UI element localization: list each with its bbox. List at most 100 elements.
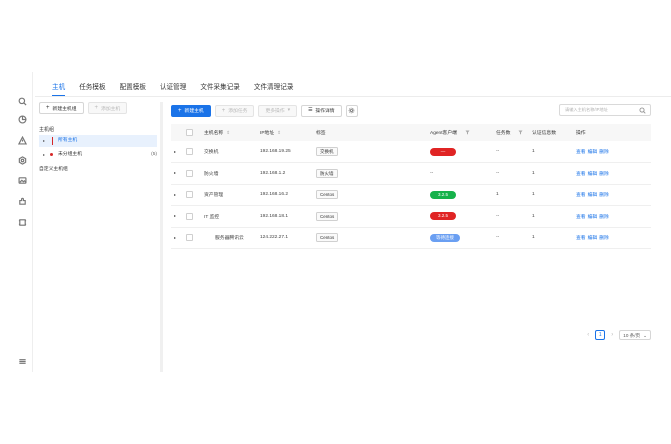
- add-task-button[interactable]: + 添加任务: [214, 104, 255, 117]
- expand-icon[interactable]: ▸: [174, 213, 176, 218]
- cell-tasks: --: [493, 205, 529, 228]
- tab-auth-management[interactable]: 认证管理: [153, 80, 193, 96]
- col-certs: 认证信息数: [529, 124, 573, 141]
- tab-config-templates[interactable]: 配置模板: [113, 80, 153, 96]
- op-details-button[interactable]: ☰ 操作详情: [301, 104, 342, 117]
- tab-file-cleanup-log[interactable]: 文件清理记录: [247, 80, 301, 96]
- cell-name: 资产管理: [201, 184, 257, 206]
- expand-icon[interactable]: ▸: [174, 235, 176, 240]
- tree-item-all-hosts[interactable]: ▸ 所有主机: [39, 135, 157, 147]
- view-link[interactable]: 查看: [576, 193, 586, 198]
- delete-link[interactable]: 删除: [599, 215, 609, 220]
- col-name[interactable]: 主机名称 ⇕: [201, 124, 257, 141]
- row-checkbox[interactable]: [186, 148, 193, 155]
- page-1-button[interactable]: 1: [595, 330, 606, 340]
- edit-link[interactable]: 编辑: [588, 215, 598, 220]
- edit-link[interactable]: 编辑: [588, 193, 598, 198]
- table-row[interactable]: ▸ 服务器腾讯云 124.222.27.1 Centos 等待连接 -- 1 查…: [171, 227, 651, 249]
- sort-icon[interactable]: ⇕: [277, 130, 281, 135]
- cell-ip: 192.168.16.2: [257, 184, 313, 206]
- col-tag: 标签: [313, 124, 427, 141]
- search-input[interactable]: 请输入主机名称/IP地址: [559, 104, 651, 116]
- row-checkbox[interactable]: [186, 234, 193, 242]
- col-ops: 操作: [573, 124, 651, 141]
- add-host-label: 添加主机: [101, 106, 121, 112]
- filter-icon[interactable]: [457, 130, 470, 136]
- warning-icon[interactable]: [17, 135, 28, 146]
- tab-task-templates[interactable]: 任务模板: [72, 80, 112, 96]
- add-host-button[interactable]: + 添加主机: [87, 102, 128, 114]
- table-row[interactable]: ▸ 交换机 192.168.19.25 交换机 — -- 1 查看 编辑 删除: [171, 141, 651, 163]
- frame-icon[interactable]: [17, 217, 28, 228]
- pie-chart-icon[interactable]: [17, 114, 28, 125]
- table-row[interactable]: ▸ IT 监控 192.168.18.1 Centos 3.2.5 -- 1 查…: [171, 205, 651, 228]
- prev-page-button[interactable]: ‹: [584, 332, 592, 338]
- settings-icon[interactable]: [17, 155, 28, 166]
- more-ops-button[interactable]: 更多操作 ▾: [258, 104, 298, 117]
- plus-icon: +: [94, 105, 99, 111]
- caret-right-icon[interactable]: ▸: [43, 149, 45, 161]
- image-icon[interactable]: [17, 175, 28, 186]
- row-checkbox[interactable]: [186, 169, 193, 177]
- view-link[interactable]: 查看: [576, 150, 586, 155]
- add-task-label: 添加任务: [228, 109, 248, 114]
- expand-icon[interactable]: ▸: [174, 170, 176, 175]
- row-checkbox[interactable]: [186, 191, 193, 199]
- search-icon[interactable]: [639, 107, 646, 114]
- new-group-button[interactable]: + 新建主机组: [39, 102, 84, 114]
- tab-file-collection-log[interactable]: 文件采集记录: [193, 80, 247, 96]
- table-header: 主机名称 ⇕ IP地址 ⇕ 标签 Agent客户端 任务数 认证信息数 操作: [171, 124, 651, 141]
- tree-item-ungrouped[interactable]: ▸ 未分组主机 (5): [39, 149, 157, 161]
- delete-link[interactable]: 删除: [599, 193, 609, 198]
- table-row[interactable]: ▸ 防火墙 192.168.1.2 防火墙 -- -- 1 查看 编辑 删除: [171, 162, 651, 185]
- tabs-divider: [35, 96, 671, 97]
- new-host-label: 新建主机: [184, 109, 204, 114]
- filter-icon[interactable]: [510, 130, 523, 136]
- cell-name: 防火墙: [201, 162, 257, 185]
- panel-splitter[interactable]: [160, 102, 163, 372]
- sort-icon[interactable]: ⇕: [226, 130, 230, 135]
- edit-link[interactable]: 编辑: [588, 236, 598, 241]
- new-host-button[interactable]: + 新建主机: [171, 104, 211, 117]
- puzzle-icon[interactable]: [17, 196, 28, 207]
- view-link[interactable]: 查看: [576, 172, 586, 177]
- delete-link[interactable]: 删除: [599, 236, 609, 241]
- gear-icon: [348, 107, 355, 114]
- cell-tasks: 1: [493, 184, 529, 206]
- row-checkbox[interactable]: [186, 212, 193, 220]
- col-agent: Agent客户端: [427, 124, 493, 141]
- table-row[interactable]: ▸ 资产管理 192.168.16.2 Centos 3.2.5 1 1 查看编…: [171, 184, 651, 206]
- host-tag: 防火墙: [316, 168, 338, 178]
- cell-certs: 1: [529, 141, 573, 163]
- delete-link[interactable]: 删除: [599, 150, 609, 155]
- col-tasks: 任务数: [493, 124, 529, 141]
- cell-certs: 1: [529, 227, 573, 249]
- search-icon[interactable]: [17, 96, 28, 107]
- caret-right-icon[interactable]: ▸: [43, 135, 45, 147]
- agent-status-badge: 3.2.5: [430, 190, 456, 199]
- expand-icon[interactable]: ▸: [174, 192, 176, 197]
- cell-ip: 192.168.1.2: [257, 162, 313, 185]
- edit-link[interactable]: 编辑: [588, 150, 598, 155]
- view-link[interactable]: 查看: [576, 236, 586, 241]
- tab-hosts[interactable]: 主机: [45, 80, 72, 96]
- caret-down-icon: ▾: [287, 108, 291, 113]
- delete-link[interactable]: 删除: [599, 172, 609, 177]
- edit-link[interactable]: 编辑: [588, 172, 598, 177]
- plus-icon: +: [178, 107, 182, 114]
- expand-icon[interactable]: ▸: [174, 149, 176, 154]
- host-table: 主机名称 ⇕ IP地址 ⇕ 标签 Agent客户端 任务数 认证信息数 操作 ▸ 交…: [171, 124, 651, 249]
- selected-marker: [52, 137, 53, 145]
- next-page-button[interactable]: ›: [608, 332, 616, 338]
- cell-certs: 1: [529, 184, 573, 206]
- select-all-checkbox[interactable]: [186, 129, 193, 136]
- page-size-select[interactable]: 10 条/页 ⌄: [619, 330, 651, 340]
- menu-icon[interactable]: [17, 356, 28, 367]
- cell-certs: 1: [529, 162, 573, 185]
- search-placeholder: 请输入主机名称/IP地址: [565, 107, 608, 112]
- page-size-value: 10 条/页: [623, 332, 641, 338]
- col-ip[interactable]: IP地址 ⇕: [257, 124, 313, 141]
- view-link[interactable]: 查看: [576, 215, 586, 220]
- gear-button[interactable]: [345, 104, 358, 117]
- icon-rail: [13, 72, 33, 372]
